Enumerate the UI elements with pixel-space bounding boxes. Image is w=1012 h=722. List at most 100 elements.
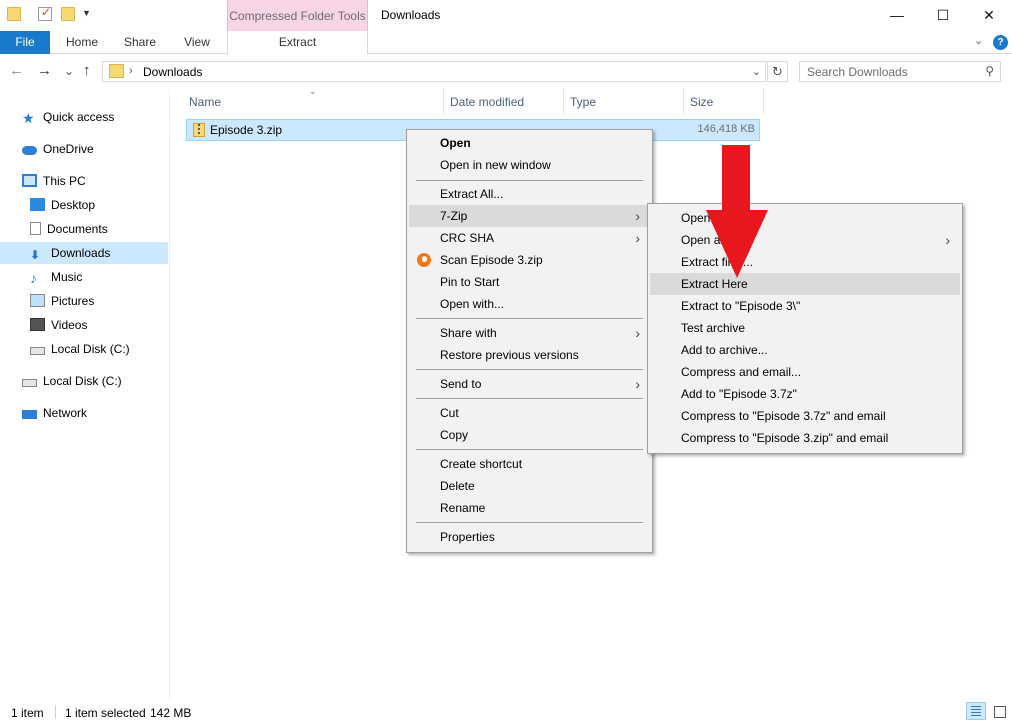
menu-item-restore-versions[interactable]: Restore previous versions (409, 344, 650, 366)
tab-file[interactable]: File (0, 31, 50, 54)
nav-label: Documents (47, 222, 108, 236)
details-view-button[interactable] (966, 702, 986, 720)
submenu-item-compress-zip-email[interactable]: Compress to "Episode 3.zip" and email (650, 427, 960, 449)
nav-label: Local Disk (C:) (51, 342, 130, 356)
nav-documents[interactable]: Documents (30, 218, 108, 240)
menu-item-scan[interactable]: Scan Episode 3.zip (409, 249, 650, 271)
tab-share[interactable]: Share (114, 31, 166, 54)
status-item-count: 1 item (11, 706, 44, 720)
submenu-item-compress-email[interactable]: Compress and email... (650, 361, 960, 383)
properties-icon[interactable] (38, 5, 52, 21)
nav-music[interactable]: ♪ Music (30, 266, 82, 288)
menu-item-cut[interactable]: Cut (409, 402, 650, 424)
menu-item-copy[interactable]: Copy (409, 424, 650, 446)
menu-item-create-shortcut[interactable]: Create shortcut (409, 453, 650, 475)
forward-button[interactable]: → (37, 63, 52, 79)
up-button[interactable]: ↑ (83, 63, 91, 79)
onedrive-icon (22, 146, 37, 155)
nav-pictures[interactable]: Pictures (30, 290, 94, 312)
search-box[interactable]: Search Downloads ⚲ (799, 61, 1001, 82)
large-icons-view-button[interactable] (989, 702, 1009, 720)
minimize-button[interactable]: — (874, 0, 920, 30)
menu-item-open-with[interactable]: Open with... (409, 293, 650, 315)
tab-view[interactable]: View (171, 31, 223, 54)
search-icon[interactable]: ⚲ (985, 64, 994, 78)
nav-local-disk-pc[interactable]: Local Disk (C:) (30, 338, 130, 360)
customize-quick-access-icon[interactable]: ▼ (82, 8, 91, 18)
menu-item-7zip[interactable]: 7-Zip › (409, 205, 650, 227)
maximize-button[interactable]: ☐ (920, 0, 966, 30)
context-menu: Open Open in new window Extract All... 7… (406, 129, 653, 553)
menu-item-properties[interactable]: Properties (409, 526, 650, 548)
menu-item-delete[interactable]: Delete (409, 475, 650, 497)
menu-item-label: Send to (440, 377, 482, 391)
nav-quick-access[interactable]: ★ Quick access (22, 106, 114, 128)
nav-label: Videos (51, 318, 88, 332)
nav-local-disk[interactable]: Local Disk (C:) (22, 370, 122, 392)
new-folder-icon[interactable] (61, 7, 75, 21)
menu-item-rename[interactable]: Rename (409, 497, 650, 519)
submenu-arrow-icon: › (635, 325, 640, 341)
submenu-arrow-icon: › (635, 376, 640, 392)
breadcrumb-downloads[interactable]: Downloads (143, 65, 202, 79)
column-header-date-modified[interactable]: Date modified (444, 89, 564, 115)
file-name: Episode 3.zip (210, 123, 283, 137)
column-header-name[interactable]: Name (183, 89, 444, 115)
help-icon[interactable]: ? (993, 35, 1008, 50)
nav-desktop[interactable]: Desktop (30, 194, 95, 216)
tab-home[interactable]: Home (56, 31, 108, 54)
nav-label: Music (51, 270, 83, 284)
folder-icon (109, 64, 124, 78)
breadcrumb-separator-icon[interactable]: › (129, 65, 133, 77)
menu-separator (416, 318, 643, 319)
menu-separator (416, 369, 643, 370)
submenu-item-open-archive[interactable]: Open archive (650, 207, 960, 229)
menu-item-share-with[interactable]: Share with › (409, 322, 650, 344)
submenu-item-extract-files[interactable]: Extract files... (650, 251, 960, 273)
recent-locations-button[interactable]: ⌄ (64, 63, 74, 79)
submenu-arrow-icon: › (635, 208, 640, 224)
submenu-item-extract-here[interactable]: Extract Here (650, 273, 960, 295)
submenu-item-test-archive[interactable]: Test archive (650, 317, 960, 339)
submenu-item-add-to-archive[interactable]: Add to archive... (650, 339, 960, 361)
refresh-button[interactable]: ↻ (767, 61, 788, 82)
downloads-icon: ⬇ (30, 248, 41, 262)
nav-network[interactable]: Network (22, 402, 87, 424)
menu-item-extract-all[interactable]: Extract All... (409, 183, 650, 205)
menu-separator (416, 449, 643, 450)
expand-ribbon-icon[interactable]: ⌄ (974, 34, 983, 47)
menu-item-crc-sha[interactable]: CRC SHA › (409, 227, 650, 249)
submenu-item-add-to-7z[interactable]: Add to "Episode 3.7z" (650, 383, 960, 405)
nav-this-pc[interactable]: This PC (22, 170, 86, 192)
nav-onedrive[interactable]: OneDrive (22, 138, 94, 160)
zip-file-icon (193, 123, 205, 137)
close-button[interactable]: ✕ (966, 0, 1012, 30)
address-bar[interactable]: › Downloads ⌄ (102, 61, 766, 82)
submenu-item-extract-to-folder[interactable]: Extract to "Episode 3\" (650, 295, 960, 317)
back-button[interactable]: ← (9, 63, 24, 79)
address-dropdown-icon[interactable]: ⌄ (752, 65, 761, 78)
music-icon: ♪ (30, 270, 37, 286)
nav-label: OneDrive (43, 142, 94, 156)
nav-videos[interactable]: Videos (30, 314, 87, 336)
navigation-pane: ★ Quick access OneDrive This PC Desktop D… (0, 90, 170, 700)
window-title: Downloads (381, 8, 441, 22)
network-icon (22, 410, 37, 419)
column-header-size[interactable]: Size (684, 89, 764, 115)
menu-item-pin-to-start[interactable]: Pin to Start (409, 271, 650, 293)
submenu-item-compress-7z-email[interactable]: Compress to "Episode 3.7z" and email (650, 405, 960, 427)
antivirus-icon (417, 253, 431, 267)
menu-item-open[interactable]: Open (409, 132, 650, 154)
menu-separator (416, 180, 643, 181)
folder-icon[interactable] (7, 7, 21, 21)
menu-item-open-new-window[interactable]: Open in new window (409, 154, 650, 176)
nav-downloads[interactable]: ⬇ Downloads (0, 242, 168, 264)
submenu-item-open-archive-more[interactable]: Open archive › (650, 229, 960, 251)
annotation-arrow-shaft (722, 145, 750, 211)
pictures-icon (30, 294, 45, 307)
menu-item-send-to[interactable]: Send to › (409, 373, 650, 395)
column-header-type[interactable]: Type (564, 89, 684, 115)
search-input[interactable]: Search Downloads (807, 65, 908, 79)
tab-extract[interactable]: Extract (227, 31, 368, 54)
nav-label: Desktop (51, 198, 96, 212)
